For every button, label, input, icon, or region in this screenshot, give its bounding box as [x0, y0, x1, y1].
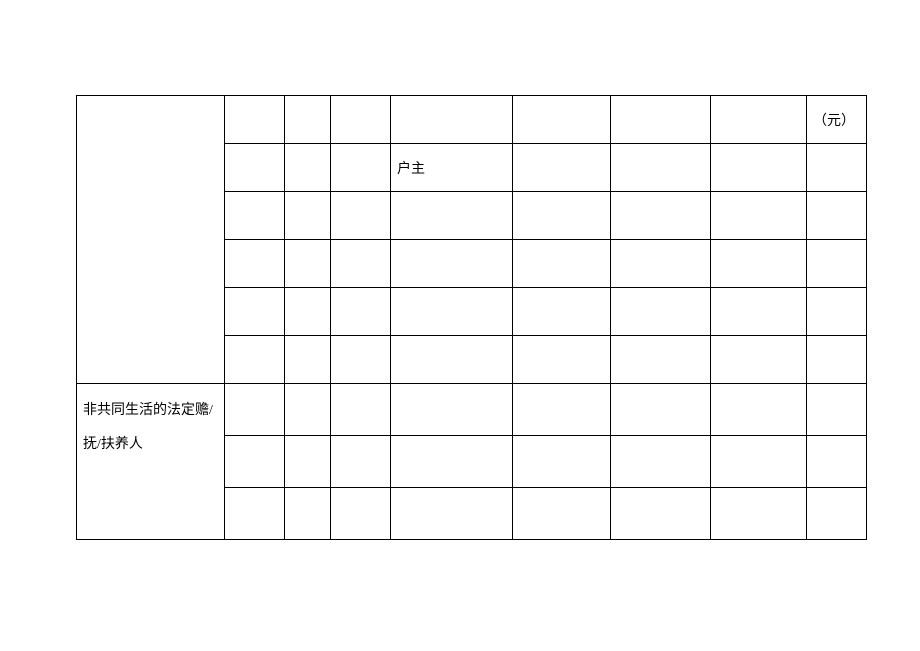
cell [513, 436, 611, 488]
unit-cell: （元） [807, 96, 867, 144]
cell [711, 192, 807, 240]
cell [391, 336, 513, 384]
cell [225, 336, 285, 384]
cell [285, 288, 331, 336]
cell [225, 436, 285, 488]
cell [331, 488, 391, 540]
cell [391, 436, 513, 488]
cell [331, 336, 391, 384]
cell [285, 336, 331, 384]
cell [611, 240, 711, 288]
cell [611, 192, 711, 240]
cell [807, 436, 867, 488]
cell [513, 96, 611, 144]
cell [611, 96, 711, 144]
cell [611, 288, 711, 336]
cell [513, 336, 611, 384]
cell [711, 288, 807, 336]
cell [513, 384, 611, 436]
cell [285, 144, 331, 192]
cell [391, 96, 513, 144]
cell [285, 488, 331, 540]
cell [331, 436, 391, 488]
cell [285, 192, 331, 240]
cell [285, 240, 331, 288]
cell [331, 384, 391, 436]
cell [331, 192, 391, 240]
cell [331, 240, 391, 288]
cell [807, 192, 867, 240]
section2-label: 非共同生活的法定赡/抚/扶养人 [77, 384, 225, 540]
cell [611, 488, 711, 540]
cell [225, 488, 285, 540]
cell [513, 144, 611, 192]
cell [225, 96, 285, 144]
cell [391, 384, 513, 436]
cell [331, 96, 391, 144]
cell [807, 384, 867, 436]
cell [513, 192, 611, 240]
cell [225, 192, 285, 240]
cell [391, 192, 513, 240]
cell [711, 144, 807, 192]
table-row: 非共同生活的法定赡/抚/扶养人 [77, 384, 867, 436]
table-row: （元） [77, 96, 867, 144]
cell [225, 384, 285, 436]
cell [285, 384, 331, 436]
cell [807, 144, 867, 192]
cell [711, 240, 807, 288]
householder-cell: 户主 [391, 144, 513, 192]
cell [611, 336, 711, 384]
cell [711, 488, 807, 540]
cell [391, 240, 513, 288]
cell [225, 144, 285, 192]
cell [807, 240, 867, 288]
cell [391, 288, 513, 336]
cell [225, 288, 285, 336]
form-table-container: （元） 户主 [76, 95, 866, 540]
cell [285, 96, 331, 144]
cell [285, 436, 331, 488]
cell [711, 96, 807, 144]
cell [513, 288, 611, 336]
cell [391, 488, 513, 540]
cell [611, 436, 711, 488]
cell [807, 336, 867, 384]
cell [711, 384, 807, 436]
cell [711, 436, 807, 488]
cell [513, 488, 611, 540]
cell [513, 240, 611, 288]
cell [611, 144, 711, 192]
cell [331, 288, 391, 336]
cell [807, 288, 867, 336]
cell [331, 144, 391, 192]
form-table: （元） 户主 [76, 95, 867, 540]
section1-label [77, 96, 225, 384]
cell [611, 384, 711, 436]
cell [225, 240, 285, 288]
cell [711, 336, 807, 384]
cell [807, 488, 867, 540]
